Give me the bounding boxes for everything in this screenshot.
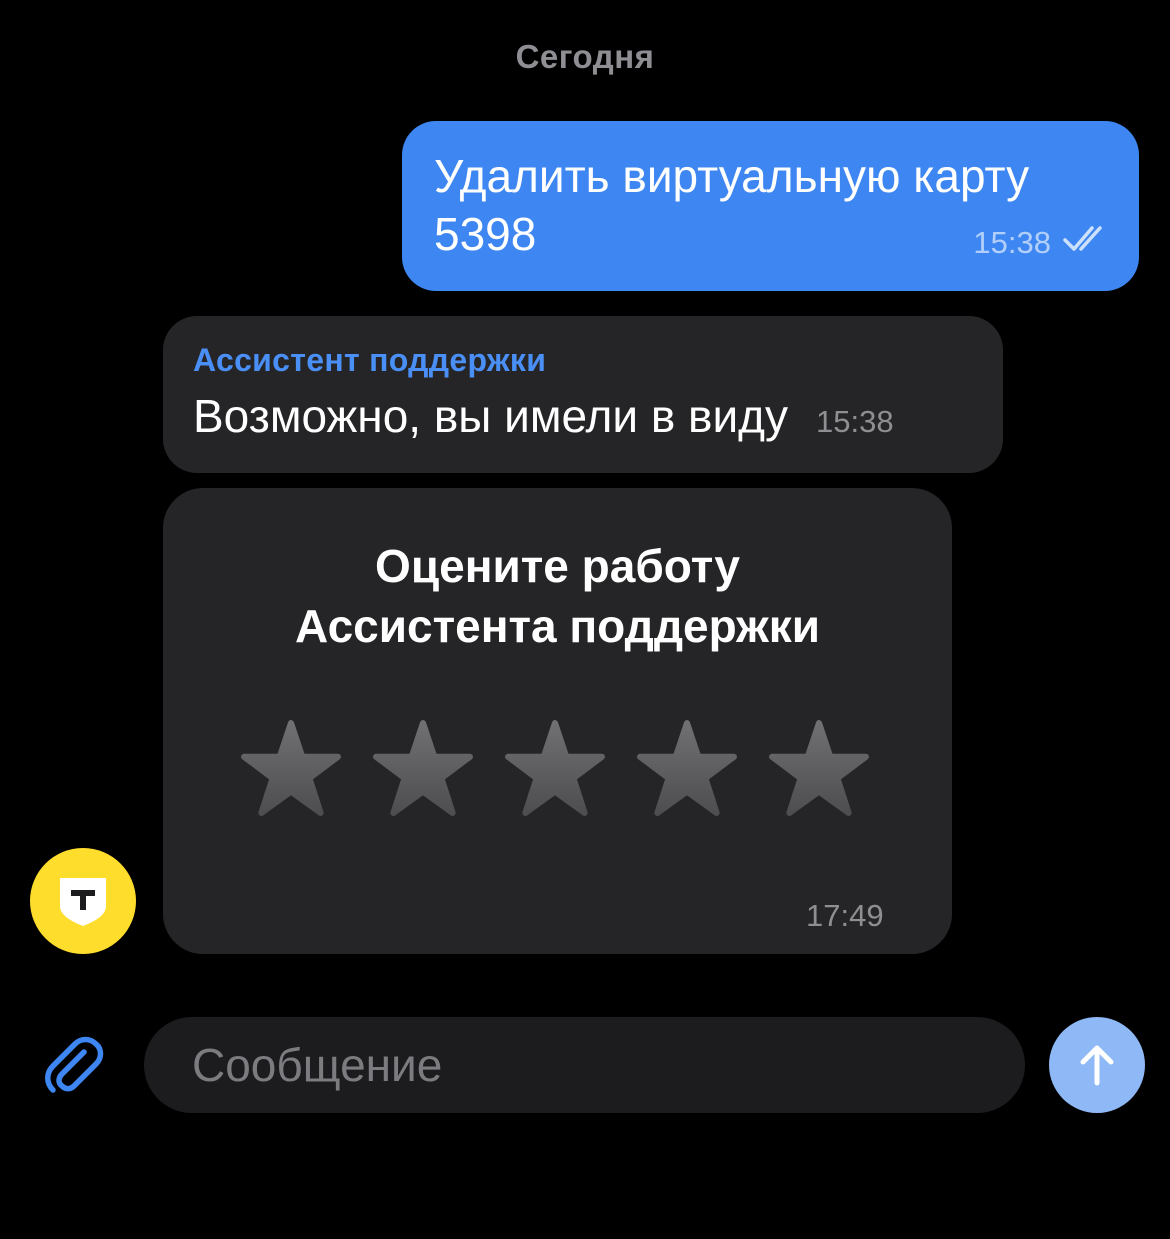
star-1-icon[interactable] — [240, 718, 342, 818]
star-3-icon[interactable] — [504, 718, 606, 818]
rating-stars — [240, 718, 870, 818]
incoming-message-text: Возможно, вы имели в виду — [193, 390, 789, 442]
incoming-message-time: 15:38 — [816, 404, 894, 439]
outgoing-message[interactable]: Удалить виртуальную карту 5398 15:38 — [402, 121, 1139, 291]
rating-card-time: 17:49 — [806, 898, 884, 933]
arrow-up-icon — [1080, 1045, 1114, 1086]
star-4-icon[interactable] — [636, 718, 738, 818]
send-button[interactable] — [1049, 1017, 1145, 1113]
outgoing-message-time: 15:38 — [973, 225, 1051, 260]
incoming-message[interactable]: Ассистент поддержки Возможно, вы имели в… — [163, 316, 1003, 473]
star-2-icon[interactable] — [372, 718, 474, 818]
star-5-icon[interactable] — [768, 718, 870, 818]
paperclip-icon[interactable] — [38, 1030, 110, 1102]
rating-card-title: Оцените работу Ассистента поддержки — [163, 536, 952, 656]
message-input[interactable] — [144, 1017, 1025, 1113]
message-sender-name: Ассистент поддержки — [193, 342, 547, 378]
double-check-icon — [1063, 225, 1109, 261]
date-separator: Сегодня — [515, 38, 655, 75]
bank-logo-icon — [60, 878, 106, 926]
rating-title-line-2: Ассистента поддержки — [294, 600, 821, 652]
avatar — [30, 848, 136, 954]
outgoing-message-meta: 15:38 — [973, 225, 1109, 261]
rating-title-line-1: Оцените работу — [375, 540, 740, 592]
